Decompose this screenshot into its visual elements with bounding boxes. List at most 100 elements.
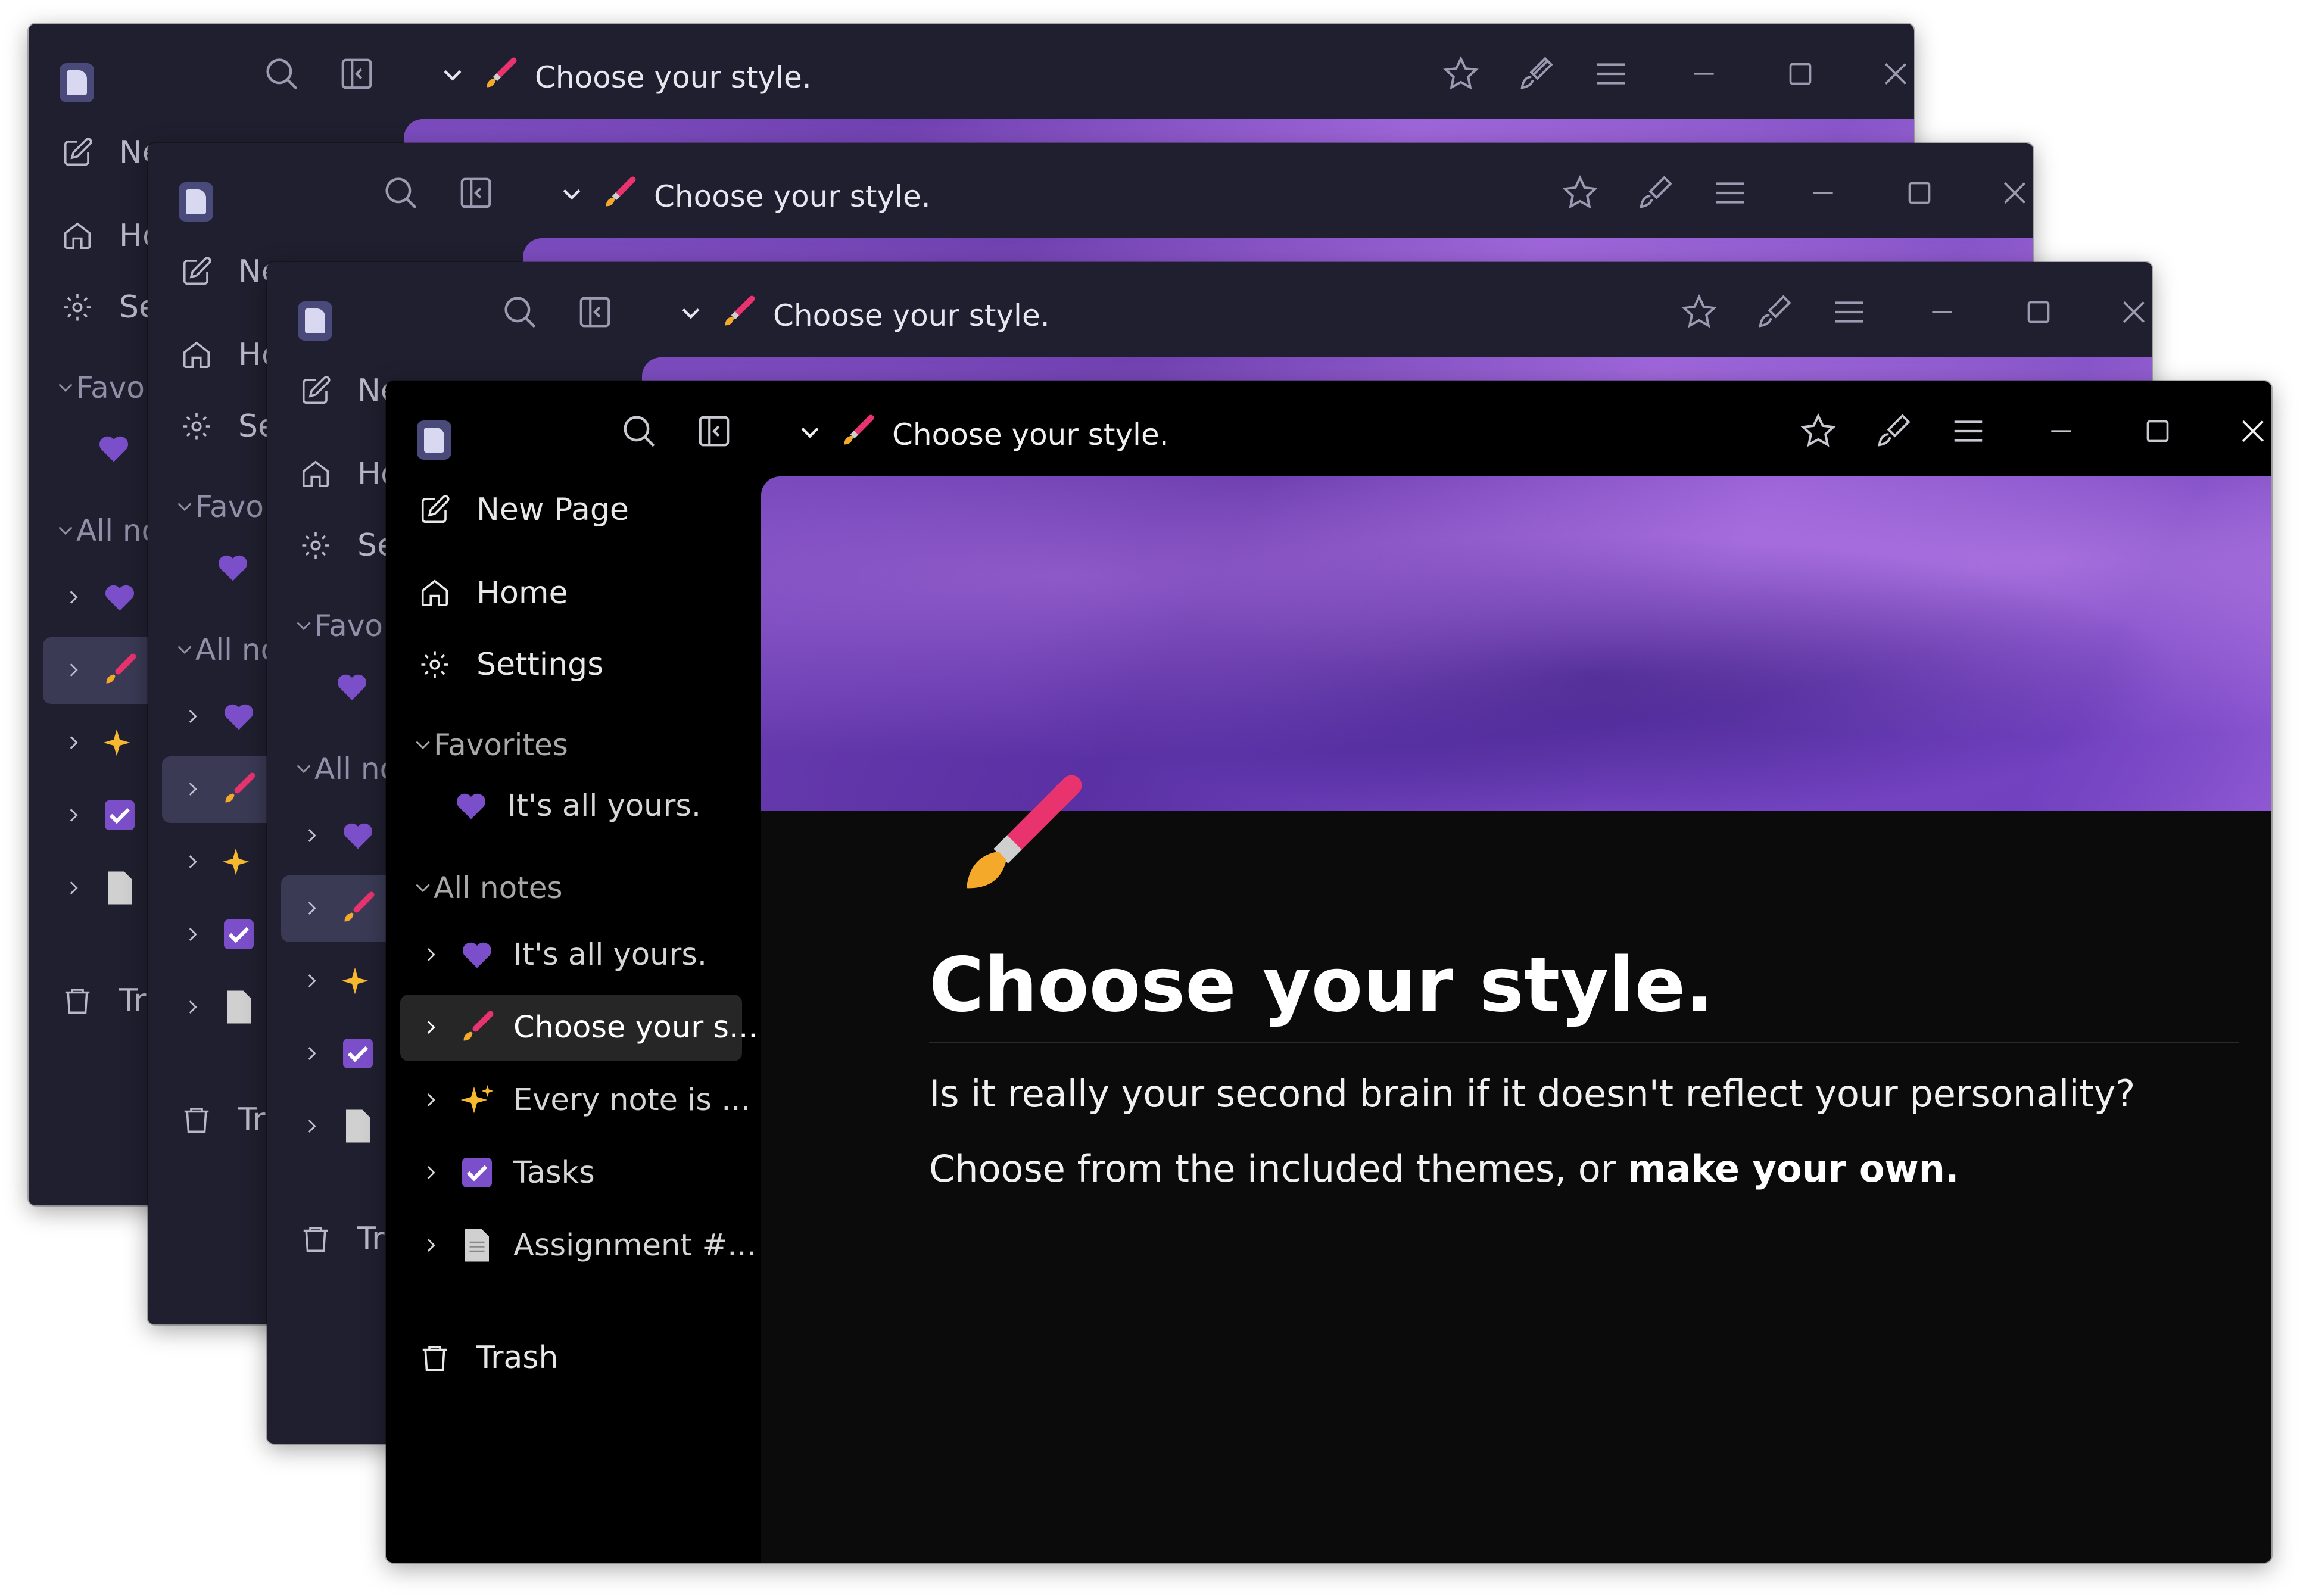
chevron-down-icon[interactable] bbox=[559, 179, 585, 214]
search-icon[interactable] bbox=[255, 50, 308, 98]
close-icon[interactable] bbox=[2107, 288, 2152, 336]
sidebar-toggle-icon[interactable] bbox=[687, 407, 741, 455]
app-logo-icon[interactable] bbox=[417, 420, 451, 460]
tree-item[interactable] bbox=[297, 961, 394, 1000]
all-notes-header[interactable]: All notes bbox=[412, 871, 563, 905]
nav-home[interactable]: Ho bbox=[179, 337, 281, 373]
chevron-right-icon[interactable] bbox=[297, 971, 326, 991]
chevron-right-icon[interactable] bbox=[297, 898, 326, 918]
search-icon[interactable] bbox=[612, 407, 666, 455]
tree-item[interactable] bbox=[58, 578, 156, 617]
app-logo-icon[interactable] bbox=[179, 182, 213, 222]
chevron-right-icon[interactable] bbox=[416, 944, 445, 965]
menu-icon[interactable] bbox=[1822, 288, 1876, 336]
minimize-icon[interactable] bbox=[1915, 288, 1969, 336]
nav-home[interactable]: Home bbox=[417, 575, 568, 611]
tab-title[interactable]: Choose your style. bbox=[797, 413, 1169, 456]
maximize-icon[interactable] bbox=[1893, 169, 1946, 217]
chevron-right-icon[interactable] bbox=[177, 706, 207, 727]
nav-new-page[interactable]: Ne bbox=[179, 254, 281, 289]
favorite-item[interactable] bbox=[94, 429, 150, 468]
maximize-icon[interactable] bbox=[1774, 50, 1827, 98]
favorite-item[interactable] bbox=[332, 667, 388, 706]
tab-title[interactable]: Choose your style. bbox=[678, 294, 1050, 337]
chevron-right-icon[interactable] bbox=[58, 732, 88, 753]
tree-item[interactable] bbox=[177, 987, 275, 1027]
nav-trash[interactable]: Trash bbox=[417, 1340, 558, 1376]
menu-icon[interactable] bbox=[1703, 169, 1757, 217]
nav-home[interactable]: Ho bbox=[60, 218, 161, 254]
star-icon[interactable] bbox=[1791, 407, 1845, 455]
brush-icon[interactable] bbox=[1509, 50, 1563, 98]
chevron-right-icon[interactable] bbox=[297, 825, 326, 846]
tree-item[interactable] bbox=[177, 697, 275, 736]
tree-item-selected[interactable] bbox=[177, 769, 275, 809]
tree-item[interactable] bbox=[297, 816, 394, 855]
star-icon[interactable] bbox=[1553, 169, 1607, 217]
chevron-right-icon[interactable] bbox=[58, 805, 88, 825]
menu-icon[interactable] bbox=[1941, 407, 1995, 455]
maximize-icon[interactable] bbox=[2012, 288, 2065, 336]
tab-title[interactable]: Choose your style. bbox=[440, 56, 812, 99]
search-icon[interactable] bbox=[493, 288, 547, 336]
tree-item[interactable] bbox=[58, 868, 156, 908]
tree-item[interactable]: Assignment #... bbox=[416, 1226, 756, 1265]
star-icon[interactable] bbox=[1434, 50, 1488, 98]
chevron-right-icon[interactable] bbox=[58, 660, 88, 680]
chevron-down-icon[interactable] bbox=[678, 298, 704, 333]
all-notes-header[interactable]: All no bbox=[293, 752, 398, 786]
favorite-item[interactable] bbox=[213, 548, 269, 587]
close-icon[interactable] bbox=[1869, 50, 1914, 98]
nav-settings[interactable]: Se bbox=[298, 528, 396, 563]
all-notes-header[interactable]: All no bbox=[55, 513, 160, 548]
nav-new-page[interactable]: Ne bbox=[60, 135, 161, 170]
tree-item[interactable] bbox=[58, 723, 156, 762]
chevron-right-icon[interactable] bbox=[58, 878, 88, 898]
chevron-right-icon[interactable] bbox=[416, 1090, 445, 1110]
close-icon[interactable] bbox=[2226, 407, 2271, 455]
chevron-right-icon[interactable] bbox=[416, 1162, 445, 1183]
favorites-header[interactable]: Favo bbox=[293, 609, 383, 643]
tree-item-selected[interactable] bbox=[297, 889, 394, 928]
maximize-icon[interactable] bbox=[2131, 407, 2184, 455]
nav-settings[interactable]: Se bbox=[179, 409, 277, 444]
tree-item[interactable]: Every note is ... bbox=[416, 1080, 750, 1120]
nav-settings[interactable]: Se bbox=[60, 289, 158, 325]
chevron-right-icon[interactable] bbox=[297, 1116, 326, 1136]
brush-icon[interactable] bbox=[1866, 407, 1920, 455]
chevron-down-icon[interactable] bbox=[440, 60, 466, 95]
tree-item[interactable] bbox=[58, 796, 156, 835]
favorite-item[interactable]: It's all yours. bbox=[451, 786, 701, 825]
nav-new-page[interactable]: New Page bbox=[417, 492, 629, 528]
chevron-right-icon[interactable] bbox=[416, 1235, 445, 1255]
chevron-right-icon[interactable] bbox=[297, 1043, 326, 1064]
tree-item[interactable]: It's all yours. bbox=[416, 935, 707, 974]
tree-item[interactable] bbox=[297, 1034, 394, 1073]
app-logo-icon[interactable] bbox=[298, 301, 332, 341]
minimize-icon[interactable] bbox=[2034, 407, 2088, 455]
chevron-right-icon[interactable] bbox=[58, 587, 88, 607]
favorites-header[interactable]: Favorites bbox=[412, 728, 568, 762]
nav-home[interactable]: Ho bbox=[298, 456, 400, 492]
app-logo-icon[interactable] bbox=[60, 63, 94, 102]
chevron-right-icon[interactable] bbox=[177, 779, 207, 799]
sidebar-toggle-icon[interactable] bbox=[330, 50, 384, 98]
chevron-right-icon[interactable] bbox=[177, 924, 207, 944]
minimize-icon[interactable] bbox=[1796, 169, 1850, 217]
close-icon[interactable] bbox=[1988, 169, 2033, 217]
search-icon[interactable] bbox=[374, 169, 428, 217]
tree-item[interactable] bbox=[177, 915, 275, 954]
all-notes-header[interactable]: All no bbox=[174, 632, 279, 667]
tree-item[interactable]: Tasks bbox=[416, 1153, 595, 1192]
brush-icon[interactable] bbox=[1628, 169, 1682, 217]
brush-icon[interactable] bbox=[1747, 288, 1801, 336]
tab-title[interactable]: Choose your style. bbox=[559, 175, 931, 218]
star-icon[interactable] bbox=[1672, 288, 1726, 336]
chevron-right-icon[interactable] bbox=[177, 852, 207, 872]
menu-icon[interactable] bbox=[1584, 50, 1638, 98]
chevron-right-icon[interactable] bbox=[416, 1017, 445, 1037]
tree-item[interactable] bbox=[297, 1106, 394, 1146]
tree-item-selected[interactable] bbox=[58, 650, 156, 690]
tree-item-selected[interactable]: Choose your s... bbox=[416, 1008, 758, 1047]
chevron-down-icon[interactable] bbox=[797, 417, 823, 452]
